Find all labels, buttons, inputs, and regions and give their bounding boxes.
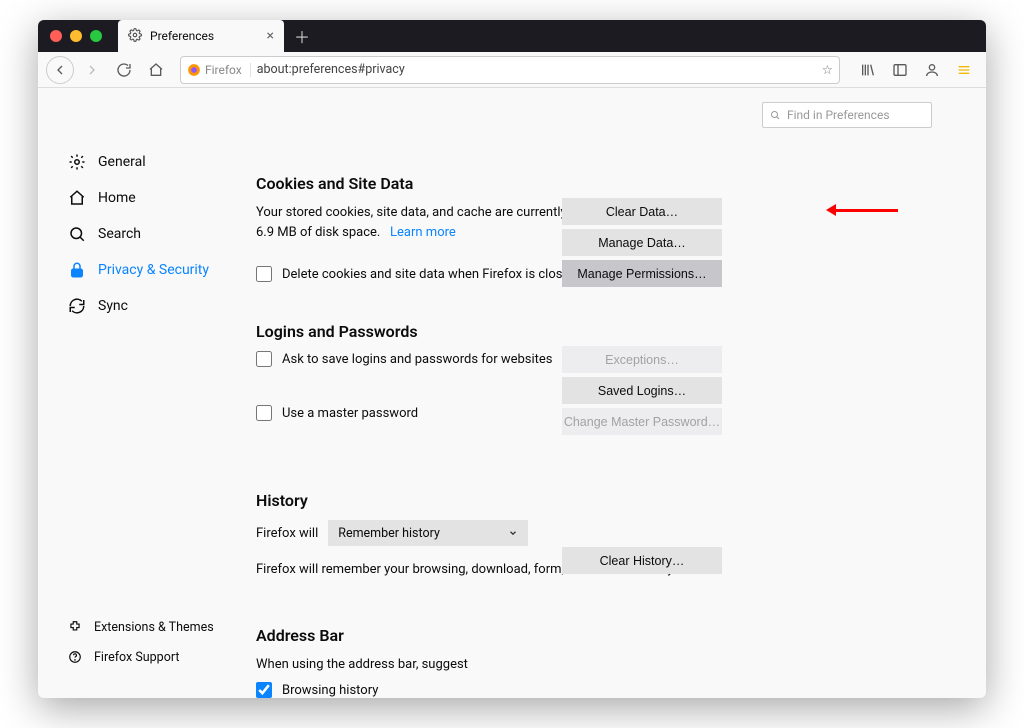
checkbox-input[interactable] <box>256 405 272 421</box>
sidebar-item-label: Search <box>98 226 141 242</box>
new-tab-button[interactable]: ＋ <box>292 26 312 46</box>
section-heading: Address Bar <box>256 626 776 645</box>
section-heading: History <box>256 491 776 510</box>
saved-logins-button[interactable]: Saved Logins… <box>562 377 722 404</box>
library-button[interactable] <box>854 56 882 84</box>
section-logins: Logins and Passwords Ask to save logins … <box>256 322 776 421</box>
clear-history-button[interactable]: Clear History… <box>562 547 722 574</box>
clear-data-button[interactable]: Clear Data… <box>562 198 722 225</box>
sidebar-item-label: Home <box>98 190 136 206</box>
manage-permissions-button[interactable]: Manage Permissions… <box>562 260 722 287</box>
history-prefix: Firefox will <box>256 526 318 541</box>
sidebar-item-label: General <box>98 154 146 170</box>
chevron-down-icon <box>508 528 518 538</box>
sidebar-item-sync[interactable]: Sync <box>68 288 238 324</box>
preferences-sidebar: General Home Search Privacy & Security S… <box>38 88 238 698</box>
identity-label: Firefox <box>205 63 242 77</box>
bookmark-star-icon[interactable]: ☆ <box>822 62 833 78</box>
checkbox-input[interactable] <box>256 266 272 282</box>
sidebar-button[interactable] <box>886 56 914 84</box>
select-value: Remember history <box>338 526 440 541</box>
sidebar-footer-support[interactable]: Firefox Support <box>68 642 238 672</box>
menu-button[interactable] <box>950 56 978 84</box>
window-controls <box>38 30 102 42</box>
identity-box[interactable]: Firefox <box>187 63 251 77</box>
account-button[interactable] <box>918 56 946 84</box>
sidebar-item-label: Firefox Support <box>94 650 179 665</box>
close-window-button[interactable] <box>50 30 62 42</box>
history-mode-select[interactable]: Remember history <box>328 520 528 546</box>
checkbox-label: Ask to save logins and passwords for web… <box>282 352 553 367</box>
preferences-main: Find in Preferences Cookies and Site Dat… <box>238 88 986 698</box>
sidebar-item-label: Sync <box>98 298 128 314</box>
browser-window: Preferences × ＋ Firefox about:preference… <box>38 20 986 698</box>
checkbox-label: Use a master password <box>282 406 418 421</box>
suggest-browsing-history-checkbox[interactable]: Browsing history <box>256 682 776 698</box>
tab-preferences[interactable]: Preferences × <box>118 20 284 52</box>
sidebar-footer-extensions[interactable]: Extensions & Themes <box>68 612 238 642</box>
titlebar: Preferences × ＋ <box>38 20 986 52</box>
minimize-window-button[interactable] <box>70 30 82 42</box>
manage-data-button[interactable]: Manage Data… <box>562 229 722 256</box>
gear-icon <box>128 28 142 45</box>
navigation-toolbar: Firefox about:preferences#privacy ☆ <box>38 52 986 88</box>
annotation-arrow <box>826 204 898 216</box>
zoom-window-button[interactable] <box>90 30 102 42</box>
find-in-preferences-input[interactable]: Find in Preferences <box>762 102 932 128</box>
address-bar-sub: When using the address bar, suggest <box>256 655 776 675</box>
change-master-password-button[interactable]: Change Master Password… <box>562 408 722 435</box>
sidebar-item-label: Privacy & Security <box>98 262 209 278</box>
section-heading: Cookies and Site Data <box>256 174 776 193</box>
section-heading: Logins and Passwords <box>256 322 776 341</box>
reload-button[interactable] <box>110 56 138 84</box>
url-text: about:preferences#privacy <box>257 62 405 77</box>
section-history: History Firefox will Remember history Fi… <box>256 491 776 580</box>
search-placeholder: Find in Preferences <box>787 108 890 122</box>
sidebar-item-privacy[interactable]: Privacy & Security <box>68 252 238 288</box>
sidebar-item-home[interactable]: Home <box>68 180 238 216</box>
checkbox-label: Delete cookies and site data when Firefo… <box>282 267 577 282</box>
learn-more-link[interactable]: Learn more <box>390 225 456 240</box>
section-address-bar: Address Bar When using the address bar, … <box>256 626 776 699</box>
sidebar-item-label: Extensions & Themes <box>94 620 214 635</box>
sidebar-item-search[interactable]: Search <box>68 216 238 252</box>
tab-label: Preferences <box>150 29 214 43</box>
section-cookies: Cookies and Site Data Your stored cookie… <box>256 174 776 282</box>
url-bar[interactable]: Firefox about:preferences#privacy ☆ <box>180 56 840 84</box>
checkbox-input[interactable] <box>256 351 272 367</box>
close-tab-icon[interactable]: × <box>267 28 274 44</box>
checkbox-input[interactable] <box>256 682 272 698</box>
sidebar-item-general[interactable]: General <box>68 144 238 180</box>
forward-button[interactable] <box>78 56 106 84</box>
home-button[interactable] <box>142 56 170 84</box>
exceptions-button[interactable]: Exceptions… <box>562 346 722 373</box>
back-button[interactable] <box>46 56 74 84</box>
checkbox-label: Browsing history <box>282 683 378 698</box>
preferences-content: General Home Search Privacy & Security S… <box>38 88 986 698</box>
